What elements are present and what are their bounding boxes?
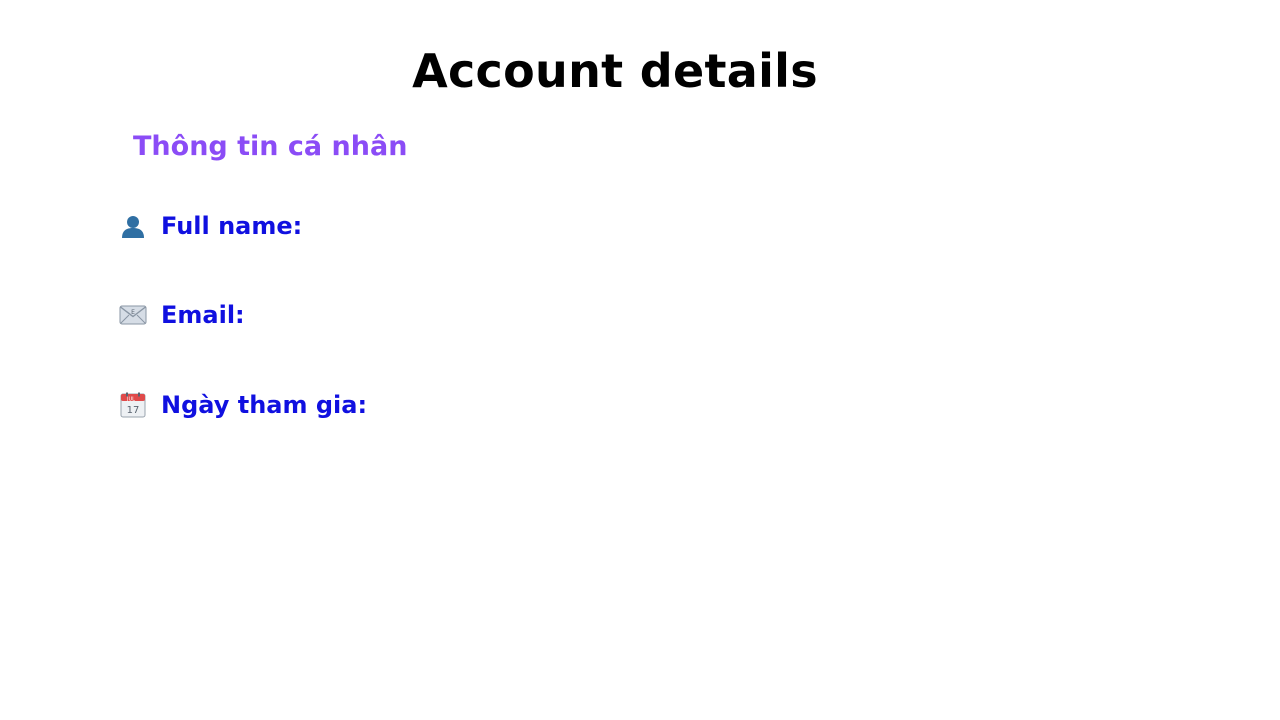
detail-row-full-name: Full name: <box>118 208 312 244</box>
calendar-icon: JUL 17 <box>118 390 148 420</box>
email-label: Email: <box>161 301 245 329</box>
user-silhouette-icon <box>118 211 148 241</box>
svg-text:JUL: JUL <box>126 396 135 402</box>
detail-row-join-date: JUL 17 Ngày tham gia: <box>118 387 377 423</box>
svg-text:E: E <box>131 309 135 316</box>
account-details-page: Account details Thông tin cá nhân Full n… <box>0 0 1280 720</box>
svg-text:17: 17 <box>127 405 140 416</box>
detail-row-email: E Email: <box>118 297 255 333</box>
section-title: Thông tin cá nhân <box>133 131 408 162</box>
join-date-label: Ngày tham gia: <box>161 391 368 419</box>
page-title: Account details <box>412 44 818 98</box>
full-name-label: Full name: <box>161 212 303 240</box>
envelope-icon: E <box>118 300 148 330</box>
